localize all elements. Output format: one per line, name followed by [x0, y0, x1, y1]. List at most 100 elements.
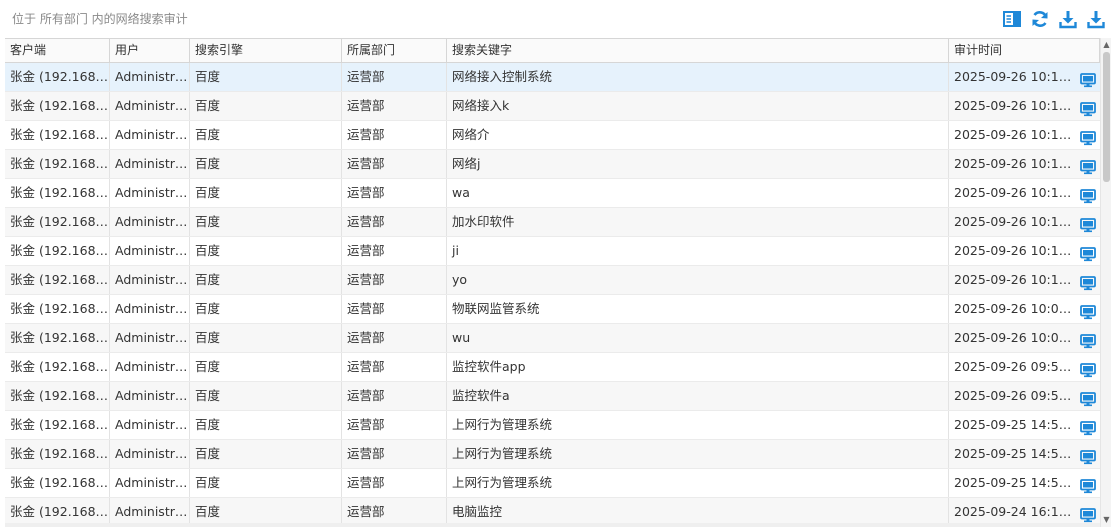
table-row[interactable]: 张金 (192.168.3... Administra... 百度 运营部 上网行为管理… — [5, 440, 1100, 469]
cell-time: 2025-09-26 09:59:35 — [949, 382, 1100, 410]
cell-time: 2025-09-26 10:11:27 — [949, 266, 1100, 294]
cell-department-text: 运营部 — [347, 388, 385, 403]
cell-time: 2025-09-25 14:53:20 — [949, 440, 1100, 468]
cell-engine-text: 百度 — [195, 388, 221, 403]
table-row[interactable]: 张金 (192.168.3... Administra... 百度 运营部 监控软件ap… — [5, 353, 1100, 382]
table-row[interactable]: 张金 (192.168.3... Administra... 百度 运营部 网络介 202… — [5, 121, 1100, 150]
column-header-keyword[interactable]: 搜索关键字 — [447, 39, 949, 63]
column-header-time[interactable]: 审计时间 — [949, 39, 1100, 63]
cell-keyword: 网络j — [447, 150, 949, 178]
horizontal-scrollbar[interactable] — [5, 523, 1100, 527]
cell-time-text: 2025-09-26 10:18:15 — [954, 69, 1087, 84]
cell-department: 运营部 — [342, 498, 447, 526]
refresh-icon[interactable] — [1029, 8, 1051, 30]
cell-client-text: 张金 (192.168.3... — [10, 446, 110, 461]
cell-keyword-text: 网络j — [452, 156, 481, 171]
cell-engine: 百度 — [190, 469, 342, 497]
download-icon[interactable] — [1057, 8, 1079, 30]
cell-engine: 百度 — [190, 179, 342, 207]
cell-time-text: 2025-09-26 10:17:46 — [954, 185, 1087, 200]
table-row[interactable]: 张金 (192.168.3... Administra... 百度 运营部 加水印软件 2… — [5, 208, 1100, 237]
cell-time-text: 2025-09-26 10:18:01 — [954, 156, 1087, 171]
scrollbar-thumb[interactable] — [1103, 52, 1110, 182]
cell-engine: 百度 — [190, 237, 342, 265]
table-row[interactable]: 张金 (192.168.3... Administra... 百度 运营部 网络j 202… — [5, 150, 1100, 179]
cell-department-text: 运营部 — [347, 359, 385, 374]
table-row[interactable]: 张金 (192.168.3... Administra... 百度 运营部 上网行为管理… — [5, 411, 1100, 440]
cell-keyword: ji — [447, 237, 949, 265]
cell-client: 张金 (192.168.3... — [5, 92, 110, 120]
cell-engine: 百度 — [190, 498, 342, 526]
table-body: 张金 (192.168.3... Administra... 百度 运营部 网络接入控制… — [5, 63, 1100, 527]
column-header-user[interactable]: 用户 — [110, 39, 190, 63]
cell-user: Administra... — [110, 266, 190, 294]
cell-keyword-text: wu — [452, 330, 471, 345]
monitor-icon[interactable] — [1080, 476, 1096, 494]
cell-engine: 百度 — [190, 382, 342, 410]
cell-keyword: wu — [447, 324, 949, 352]
monitor-icon[interactable] — [1080, 331, 1096, 349]
cell-user: Administra... — [110, 237, 190, 265]
table-row[interactable]: 张金 (192.168.3... Administra... 百度 运营部 yo 2025… — [5, 266, 1100, 295]
table-row[interactable]: 张金 (192.168.3... Administra... 百度 运营部 ji 2025… — [5, 237, 1100, 266]
column-header-client[interactable]: 客户端 — [5, 39, 110, 63]
cell-client: 张金 (192.168.3... — [5, 324, 110, 352]
cell-keyword: yo — [447, 266, 949, 294]
table-row[interactable]: 张金 (192.168.3... Administra... 百度 运营部 网络接入k 2… — [5, 92, 1100, 121]
cell-engine-text: 百度 — [195, 214, 221, 229]
monitor-icon[interactable] — [1080, 505, 1096, 523]
cell-time: 2025-09-26 10:12:43 — [949, 237, 1100, 265]
monitor-icon[interactable] — [1080, 244, 1096, 262]
monitor-icon[interactable] — [1080, 447, 1096, 465]
table-row[interactable]: 张金 (192.168.3... Administra... 百度 运营部 wu 2025… — [5, 324, 1100, 353]
export-icon[interactable] — [1085, 8, 1107, 30]
cell-engine: 百度 — [190, 150, 342, 178]
table-row[interactable]: 张金 (192.168.3... Administra... 百度 运营部 监控软件a 2… — [5, 382, 1100, 411]
monitor-icon[interactable] — [1080, 389, 1096, 407]
cell-user: Administra... — [110, 179, 190, 207]
cell-client: 张金 (192.168.3... — [5, 498, 110, 526]
cell-department-text: 运营部 — [347, 185, 385, 200]
cell-department: 运营部 — [342, 208, 447, 236]
monitor-icon[interactable] — [1080, 186, 1096, 204]
scroll-up-arrow-icon[interactable]: ▲ — [1102, 40, 1111, 50]
monitor-icon[interactable] — [1080, 70, 1096, 88]
cell-engine-text: 百度 — [195, 272, 221, 287]
cell-department-text: 运营部 — [347, 475, 385, 490]
cell-engine: 百度 — [190, 266, 342, 294]
cell-user-text: Administra... — [115, 417, 190, 432]
monitor-icon[interactable] — [1080, 418, 1096, 436]
cell-department-text: 运营部 — [347, 69, 385, 84]
cell-time: 2025-09-26 09:59:38 — [949, 353, 1100, 381]
table-header: 客户端 用户 搜索引擎 所属部门 搜索关键字 审计时间 — [5, 39, 1100, 63]
column-header-department[interactable]: 所属部门 — [342, 39, 447, 63]
monitor-icon[interactable] — [1080, 302, 1096, 320]
monitor-icon[interactable] — [1080, 360, 1096, 378]
table-row[interactable]: 张金 (192.168.3... Administra... 百度 运营部 网络接入控制… — [5, 63, 1100, 92]
vertical-scrollbar[interactable]: ▲ ▼ — [1100, 38, 1111, 527]
cell-user: Administra... — [110, 382, 190, 410]
cell-user: Administra... — [110, 324, 190, 352]
table-row[interactable]: 张金 (192.168.3... Administra... 百度 运营部 上网行为管理… — [5, 469, 1100, 498]
monitor-icon[interactable] — [1080, 273, 1096, 291]
column-header-engine[interactable]: 搜索引擎 — [190, 39, 342, 63]
column-panel-icon[interactable] — [1001, 8, 1023, 30]
cell-client: 张金 (192.168.3... — [5, 150, 110, 178]
monitor-icon[interactable] — [1080, 215, 1096, 233]
cell-engine-text: 百度 — [195, 504, 221, 519]
cell-department-text: 运营部 — [347, 127, 385, 142]
monitor-icon[interactable] — [1080, 157, 1096, 175]
monitor-icon[interactable] — [1080, 99, 1096, 117]
table-row[interactable]: 张金 (192.168.3... Administra... 百度 运营部 wa 2025… — [5, 179, 1100, 208]
table-row[interactable]: 张金 (192.168.3... Administra... 百度 运营部 物联网监管系… — [5, 295, 1100, 324]
cell-user-text: Administra... — [115, 475, 190, 490]
scroll-down-arrow-icon[interactable]: ▼ — [1102, 515, 1111, 525]
monitor-icon[interactable] — [1080, 128, 1096, 146]
cell-client: 张金 (192.168.3... — [5, 440, 110, 468]
cell-department-text: 运营部 — [347, 301, 385, 316]
cell-keyword: 网络介 — [447, 121, 949, 149]
cell-department-text: 运营部 — [347, 156, 385, 171]
cell-time-text: 2025-09-26 10:07:32 — [954, 301, 1087, 316]
cell-keyword-text: 监控软件app — [452, 359, 526, 374]
cell-user-text: Administra... — [115, 446, 190, 461]
